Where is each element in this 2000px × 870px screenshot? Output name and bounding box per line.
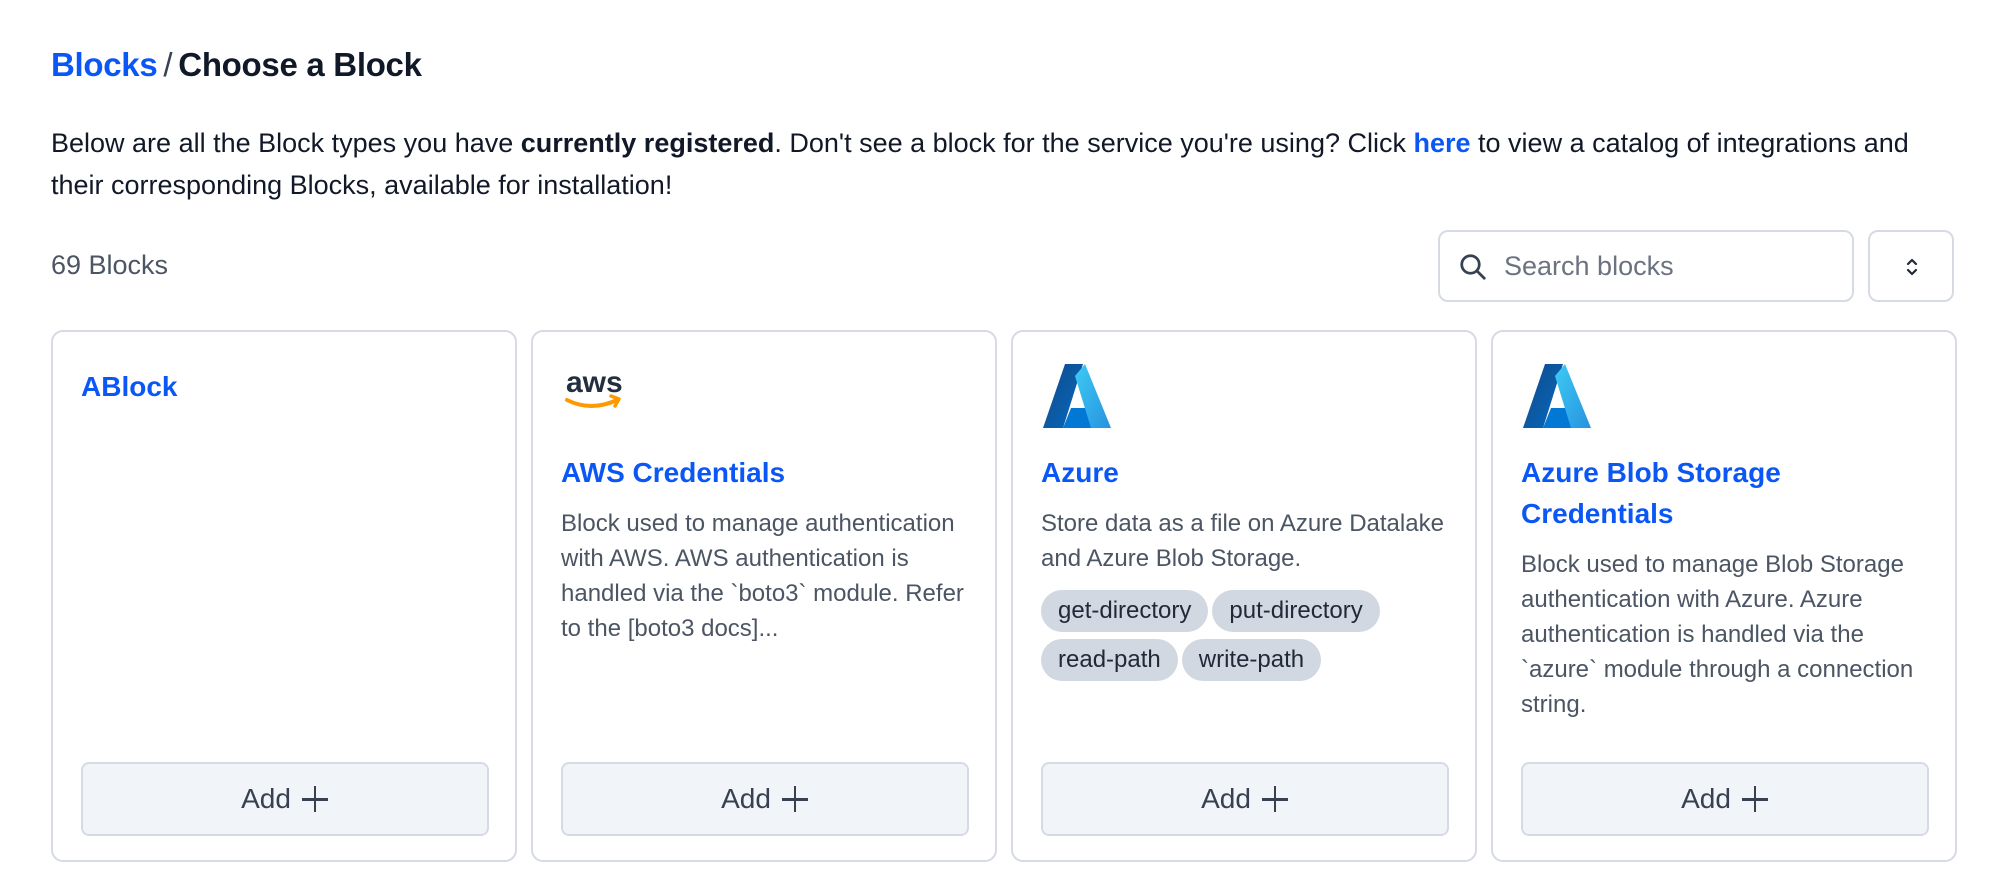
sort-select-button[interactable] bbox=[1868, 230, 1954, 302]
block-card-title[interactable]: Azure Blob Storage Credentials bbox=[1521, 452, 1821, 534]
block-card-aws-credentials: aws AWS Credentials Block used to manage… bbox=[531, 330, 997, 862]
add-block-button[interactable]: Add bbox=[81, 762, 489, 836]
breadcrumb-separator: / bbox=[163, 46, 173, 83]
intro-part-1: Below are all the Block types you have bbox=[51, 128, 521, 158]
add-block-button[interactable]: Add bbox=[1521, 762, 1929, 836]
plus-icon bbox=[781, 785, 809, 813]
add-button-label: Add bbox=[1201, 783, 1251, 814]
search-icon bbox=[1460, 254, 1486, 280]
azure-logo bbox=[1523, 364, 1591, 428]
add-button-label: Add bbox=[721, 783, 771, 814]
search-input[interactable] bbox=[1504, 240, 1834, 292]
search-box[interactable] bbox=[1438, 230, 1854, 302]
plus-icon bbox=[1261, 785, 1289, 813]
intro-bold: currently registered bbox=[520, 128, 775, 158]
plus-icon bbox=[301, 785, 329, 813]
page-title: Choose a Block bbox=[178, 46, 422, 83]
breadcrumb-blocks-link[interactable]: Blocks bbox=[51, 46, 158, 83]
block-card-azure-blob-storage-credentials: Azure Blob Storage Credentials Block use… bbox=[1491, 330, 1957, 862]
add-button-label: Add bbox=[241, 783, 291, 814]
plus-icon bbox=[1741, 785, 1769, 813]
block-card-description: Block used to manage Blob Storage authen… bbox=[1521, 551, 1914, 718]
tag-put-directory: put-directory bbox=[1212, 590, 1380, 632]
aws-logo: aws bbox=[565, 366, 623, 408]
aws-logo-text: aws bbox=[566, 366, 623, 399]
add-block-button[interactable]: Add bbox=[561, 762, 969, 836]
block-card-description: Store data as a file on Azure Datalake a… bbox=[1041, 510, 1444, 572]
block-card-title[interactable]: AWS Credentials bbox=[561, 452, 971, 493]
block-card-azure: Azure Store data as a file on Azure Data… bbox=[1011, 330, 1477, 862]
azure-logo bbox=[1043, 364, 1111, 428]
block-card-description: Block used to manage authentication with… bbox=[561, 510, 964, 642]
block-card-title[interactable]: Azure bbox=[1041, 452, 1451, 493]
page: Blocks / Choose a Block Below are all the … bbox=[51, 0, 1957, 870]
chevron-up-down-icon bbox=[1906, 258, 1918, 276]
intro-text: Below are all the Block types you have c… bbox=[51, 122, 1951, 206]
intro-part-2: . Don't see a block for the service you'… bbox=[774, 128, 1414, 158]
add-button-label: Add bbox=[1681, 783, 1731, 814]
block-count: 69 Blocks bbox=[51, 250, 169, 280]
tag-read-path: read-path bbox=[1041, 639, 1178, 681]
tag-get-directory: get-directory bbox=[1041, 590, 1209, 632]
capability-tags: get-directory put-directory read-path write… bbox=[1041, 590, 1451, 688]
tag-write-path: write-path bbox=[1181, 639, 1322, 681]
catalog-link[interactable]: here bbox=[1413, 128, 1470, 158]
block-card-ablock: ABlock Add bbox=[51, 330, 517, 862]
block-card-title[interactable]: ABlock bbox=[81, 366, 491, 407]
block-grid: ABlock Add aws AWS Credentials Block use… bbox=[51, 330, 1957, 870]
add-block-button[interactable]: Add bbox=[1041, 762, 1449, 836]
breadcrumb: Blocks / Choose a Block bbox=[51, 46, 422, 84]
